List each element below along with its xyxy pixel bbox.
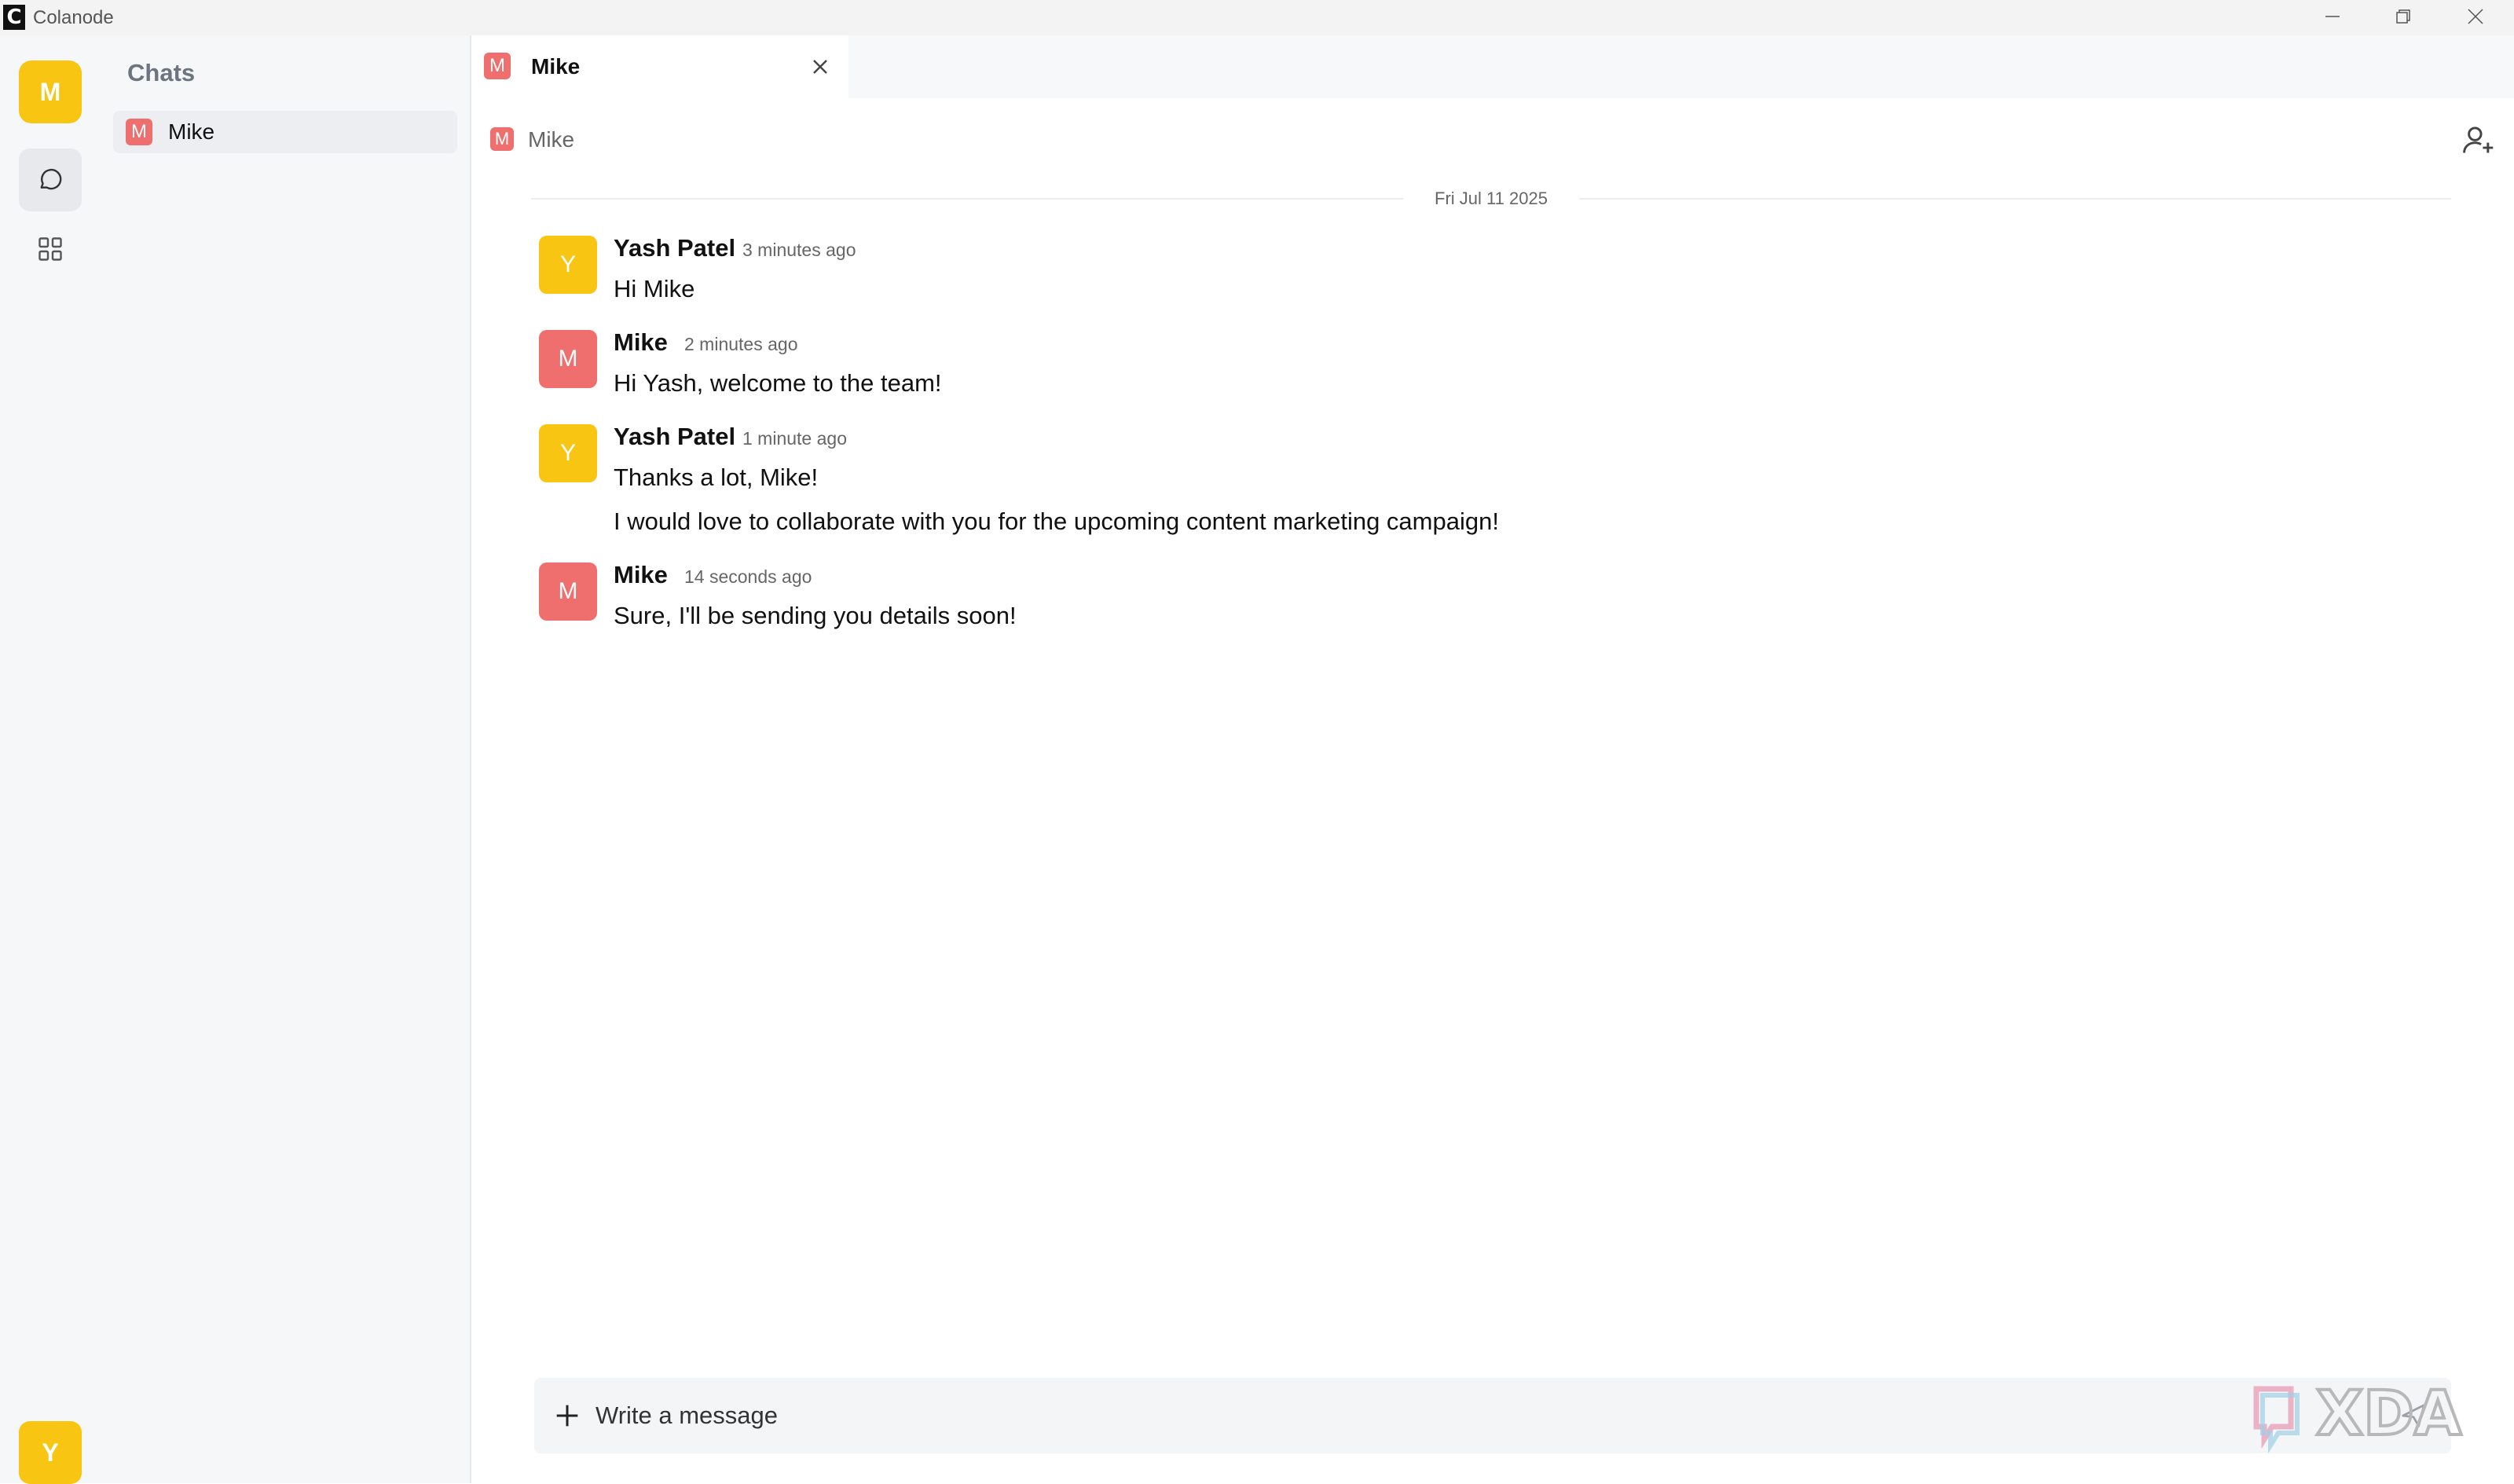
message-time: 1 minute ago	[742, 428, 847, 449]
app-title: Colanode	[33, 7, 114, 28]
restore-icon	[2396, 9, 2410, 24]
title-bar: C Colanode	[0, 0, 2514, 35]
message-author: Mike	[614, 561, 668, 588]
chat-avatar: M	[126, 119, 152, 145]
user-plus-icon[interactable]	[2461, 123, 2495, 157]
tab-strip	[848, 35, 2514, 98]
message-avatar: Y	[539, 424, 597, 482]
app-logo: C	[3, 5, 25, 30]
chat-header-name[interactable]: Mike	[528, 127, 574, 152]
date-divider-line	[531, 198, 1403, 200]
message-time: 2 minutes ago	[684, 334, 798, 354]
restore-button[interactable]	[2368, 0, 2439, 35]
apps-nav-button[interactable]	[19, 218, 82, 280]
message-author: Yash Patel	[614, 234, 736, 262]
date-divider-line	[1579, 198, 2451, 200]
workspace-avatar[interactable]: M	[19, 60, 82, 123]
message-text: Thanks a lot, Mike!	[614, 464, 819, 491]
message-input[interactable]	[596, 1395, 2324, 1436]
plus-icon[interactable]	[552, 1400, 583, 1431]
message-author: Yash Patel	[614, 423, 736, 450]
message-text: Hi Yash, welcome to the team!	[614, 369, 942, 397]
chats-nav-button[interactable]	[19, 148, 82, 211]
message-avatar: M	[539, 330, 597, 388]
minimize-button[interactable]	[2297, 0, 2368, 35]
message-composer	[534, 1378, 2451, 1453]
grid-icon	[38, 237, 62, 261]
chat-header-avatar: M	[490, 127, 514, 151]
date-divider-label: Fri Jul 11 2025	[1435, 189, 1548, 208]
chats-sidebar: Chats M Mike	[101, 35, 471, 1483]
message-text: Hi Mike	[614, 275, 695, 302]
message-text: Sure, I'll be sending you details soon!	[614, 602, 1017, 629]
close-tab-icon[interactable]	[808, 54, 833, 79]
message-text: I would love to collaborate with you for…	[614, 507, 1499, 535]
close-icon	[2468, 9, 2483, 24]
watermark-text: XDA	[2316, 1379, 2461, 1449]
workspace-rail: M Y	[0, 35, 101, 1484]
message-time: 3 minutes ago	[742, 240, 856, 260]
tab-avatar: M	[484, 53, 511, 79]
message-author: Mike	[614, 328, 668, 356]
message-avatar: M	[539, 562, 597, 621]
sidebar-item-mike[interactable]: M Mike	[113, 111, 457, 153]
sidebar-title: Chats	[127, 59, 196, 86]
message-time: 14 seconds ago	[684, 566, 812, 587]
sidebar-item-label: Mike	[168, 119, 215, 144]
close-window-button[interactable]	[2440, 0, 2511, 35]
message-avatar: Y	[539, 236, 597, 294]
tab-label: Mike	[531, 54, 581, 79]
user-avatar[interactable]: Y	[19, 1421, 82, 1484]
tab-mike[interactable]: M Mike	[471, 35, 848, 98]
xda-watermark-logo: XDA	[2253, 1377, 2463, 1454]
minimize-icon	[2325, 16, 2340, 17]
chat-bubble-icon	[40, 168, 62, 190]
